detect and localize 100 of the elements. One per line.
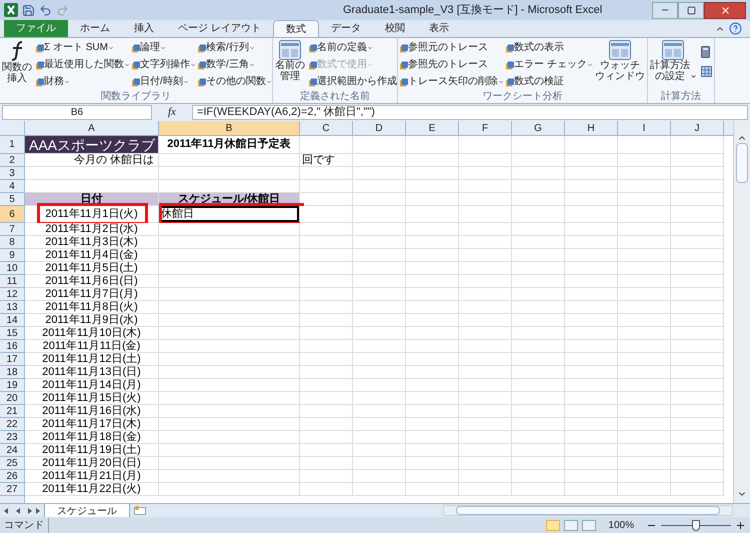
row-header[interactable]: 5 xyxy=(0,193,25,206)
ribbon-button[interactable]: 参照元のトレース xyxy=(400,40,504,56)
maximize-button[interactable] xyxy=(678,2,704,18)
ribbon-button[interactable]: 論理 xyxy=(132,40,196,56)
ribbon-button[interactable]: Σ オート SUM xyxy=(36,40,130,56)
ribbon-button[interactable]: 検索/行列 xyxy=(198,40,272,56)
ribbon-large-button[interactable]: 名前の 管理 xyxy=(273,38,307,91)
ribbon-button[interactable]: トレース矢印の削除 xyxy=(400,74,504,90)
ribbon-large-button[interactable]: 関数の 挿入 xyxy=(0,38,34,91)
ribbon-large-button[interactable]: 計算方法 の設定 xyxy=(648,38,699,91)
row-header[interactable]: 22 xyxy=(0,418,25,431)
zoom-slider[interactable] xyxy=(661,520,731,530)
column-header[interactable]: I xyxy=(618,121,671,136)
row-header[interactable]: 21 xyxy=(0,405,25,418)
ribbon-button[interactable]: 名前の定義 xyxy=(309,40,397,56)
ribbon-tab[interactable]: 校閲 xyxy=(372,20,417,37)
table-cell xyxy=(406,249,459,262)
table-cell xyxy=(618,154,671,167)
page-layout-view-button[interactable] xyxy=(564,520,578,530)
ribbon-tab[interactable]: データ xyxy=(318,20,373,37)
insert-function-button[interactable]: fx xyxy=(160,104,184,121)
ribbon-tab[interactable]: 数式 xyxy=(272,20,319,37)
row-header[interactable]: 17 xyxy=(0,353,25,366)
undo-icon[interactable] xyxy=(39,4,52,16)
vertical-scrollbar[interactable] xyxy=(733,121,750,503)
zoom-slider-thumb[interactable] xyxy=(692,520,700,530)
ribbon-tab[interactable]: 表示 xyxy=(416,20,461,37)
table-cell xyxy=(671,483,724,496)
column-header[interactable]: E xyxy=(406,121,459,136)
table-cell xyxy=(300,327,353,340)
ribbon-button[interactable]: 財務 xyxy=(36,74,130,90)
ribbon-tab[interactable]: ファイル xyxy=(4,20,68,37)
column-header[interactable]: A xyxy=(25,121,159,136)
ribbon-tab[interactable]: ページ レイアウト xyxy=(166,20,273,37)
column-header[interactable]: D xyxy=(353,121,406,136)
ribbon-tab[interactable]: ホーム xyxy=(68,20,122,37)
row-header[interactable]: 27 xyxy=(0,483,25,496)
sheet-navigation-icon[interactable] xyxy=(2,506,42,514)
row-header[interactable]: 24 xyxy=(0,444,25,457)
calculator-icon[interactable] xyxy=(700,46,710,58)
row-header[interactable]: 13 xyxy=(0,301,25,314)
row-header[interactable]: 7 xyxy=(0,223,25,236)
table-cell xyxy=(459,301,512,314)
column-header[interactable]: B xyxy=(159,121,300,136)
table-cell xyxy=(459,340,512,353)
ribbon-button[interactable]: 数学/三角 xyxy=(198,57,272,73)
name-box[interactable]: B6 xyxy=(2,105,152,120)
row-header[interactable]: 1 xyxy=(0,136,25,154)
spreadsheet-icon xyxy=(662,40,684,60)
row-header[interactable]: 23 xyxy=(0,431,25,444)
ribbon-large-button[interactable]: ウォッチ ウィンドウ xyxy=(592,38,647,91)
row-header[interactable]: 10 xyxy=(0,262,25,275)
scroll-thumb[interactable] xyxy=(736,143,748,183)
column-header[interactable]: J xyxy=(671,121,724,136)
close-button[interactable] xyxy=(704,2,746,18)
row-header[interactable]: 2 xyxy=(0,154,25,167)
row-header[interactable]: 3 xyxy=(0,167,25,180)
row-header[interactable]: 25 xyxy=(0,457,25,470)
group-label: 関数ライブラリ xyxy=(100,91,172,103)
ribbon-button[interactable]: その他の関数 xyxy=(198,74,272,90)
caret-icon xyxy=(586,62,593,68)
ribbon-tab[interactable]: 挿入 xyxy=(122,20,166,37)
row-header[interactable]: 12 xyxy=(0,288,25,301)
help-icon[interactable] xyxy=(729,22,742,35)
ribbon-button[interactable]: 文字列操作 xyxy=(132,57,196,73)
row-header[interactable]: 15 xyxy=(0,327,25,340)
row-header[interactable]: 9 xyxy=(0,249,25,262)
zoom-in-icon[interactable] xyxy=(735,520,746,530)
row-header[interactable]: 14 xyxy=(0,314,25,327)
ribbon-button[interactable]: 日付/時刻 xyxy=(132,74,196,90)
save-icon[interactable] xyxy=(22,4,35,16)
insert-sheet-icon[interactable] xyxy=(134,506,146,515)
row-header[interactable]: 11 xyxy=(0,275,25,288)
row-header[interactable]: 4 xyxy=(0,180,25,193)
ribbon-button[interactable]: 参照先のトレース xyxy=(400,57,504,73)
scroll-thumb[interactable] xyxy=(456,506,720,515)
column-header[interactable]: F xyxy=(459,121,512,136)
table-cell xyxy=(618,262,671,275)
ribbon-button[interactable]: 選択範囲から作成 xyxy=(309,74,397,90)
column-header[interactable]: C xyxy=(300,121,353,136)
column-header[interactable]: H xyxy=(565,121,618,136)
row-header[interactable]: 19 xyxy=(0,379,25,392)
spreadsheet-logo-icon[interactable] xyxy=(4,3,18,17)
row-header[interactable]: 20 xyxy=(0,392,25,405)
column-header[interactable]: G xyxy=(512,121,565,136)
row-header[interactable]: 6 xyxy=(0,206,25,223)
row-header[interactable]: 16 xyxy=(0,340,25,353)
row-header[interactable]: 26 xyxy=(0,470,25,483)
ribbon-button[interactable]: 最近使用した関数 xyxy=(36,57,130,73)
page-break-view-button[interactable] xyxy=(582,520,596,530)
row-header[interactable]: 8 xyxy=(0,236,25,249)
horizontal-scrollbar[interactable] xyxy=(443,505,733,516)
sheet-tab[interactable]: スケジュール xyxy=(44,504,130,518)
ribbon-button[interactable]: 数式の表示 xyxy=(506,40,593,56)
ribbon-button[interactable]: 数式の検証 xyxy=(506,74,593,90)
sheet-grid-icon[interactable] xyxy=(700,66,712,77)
ribbon-button[interactable]: エラー チェック xyxy=(506,57,593,73)
row-header[interactable]: 18 xyxy=(0,366,25,379)
zoom-level[interactable]: 100% xyxy=(600,518,642,532)
formula-field[interactable]: =IF(WEEKDAY(A6,2)=2," 休館日","") xyxy=(192,105,748,120)
